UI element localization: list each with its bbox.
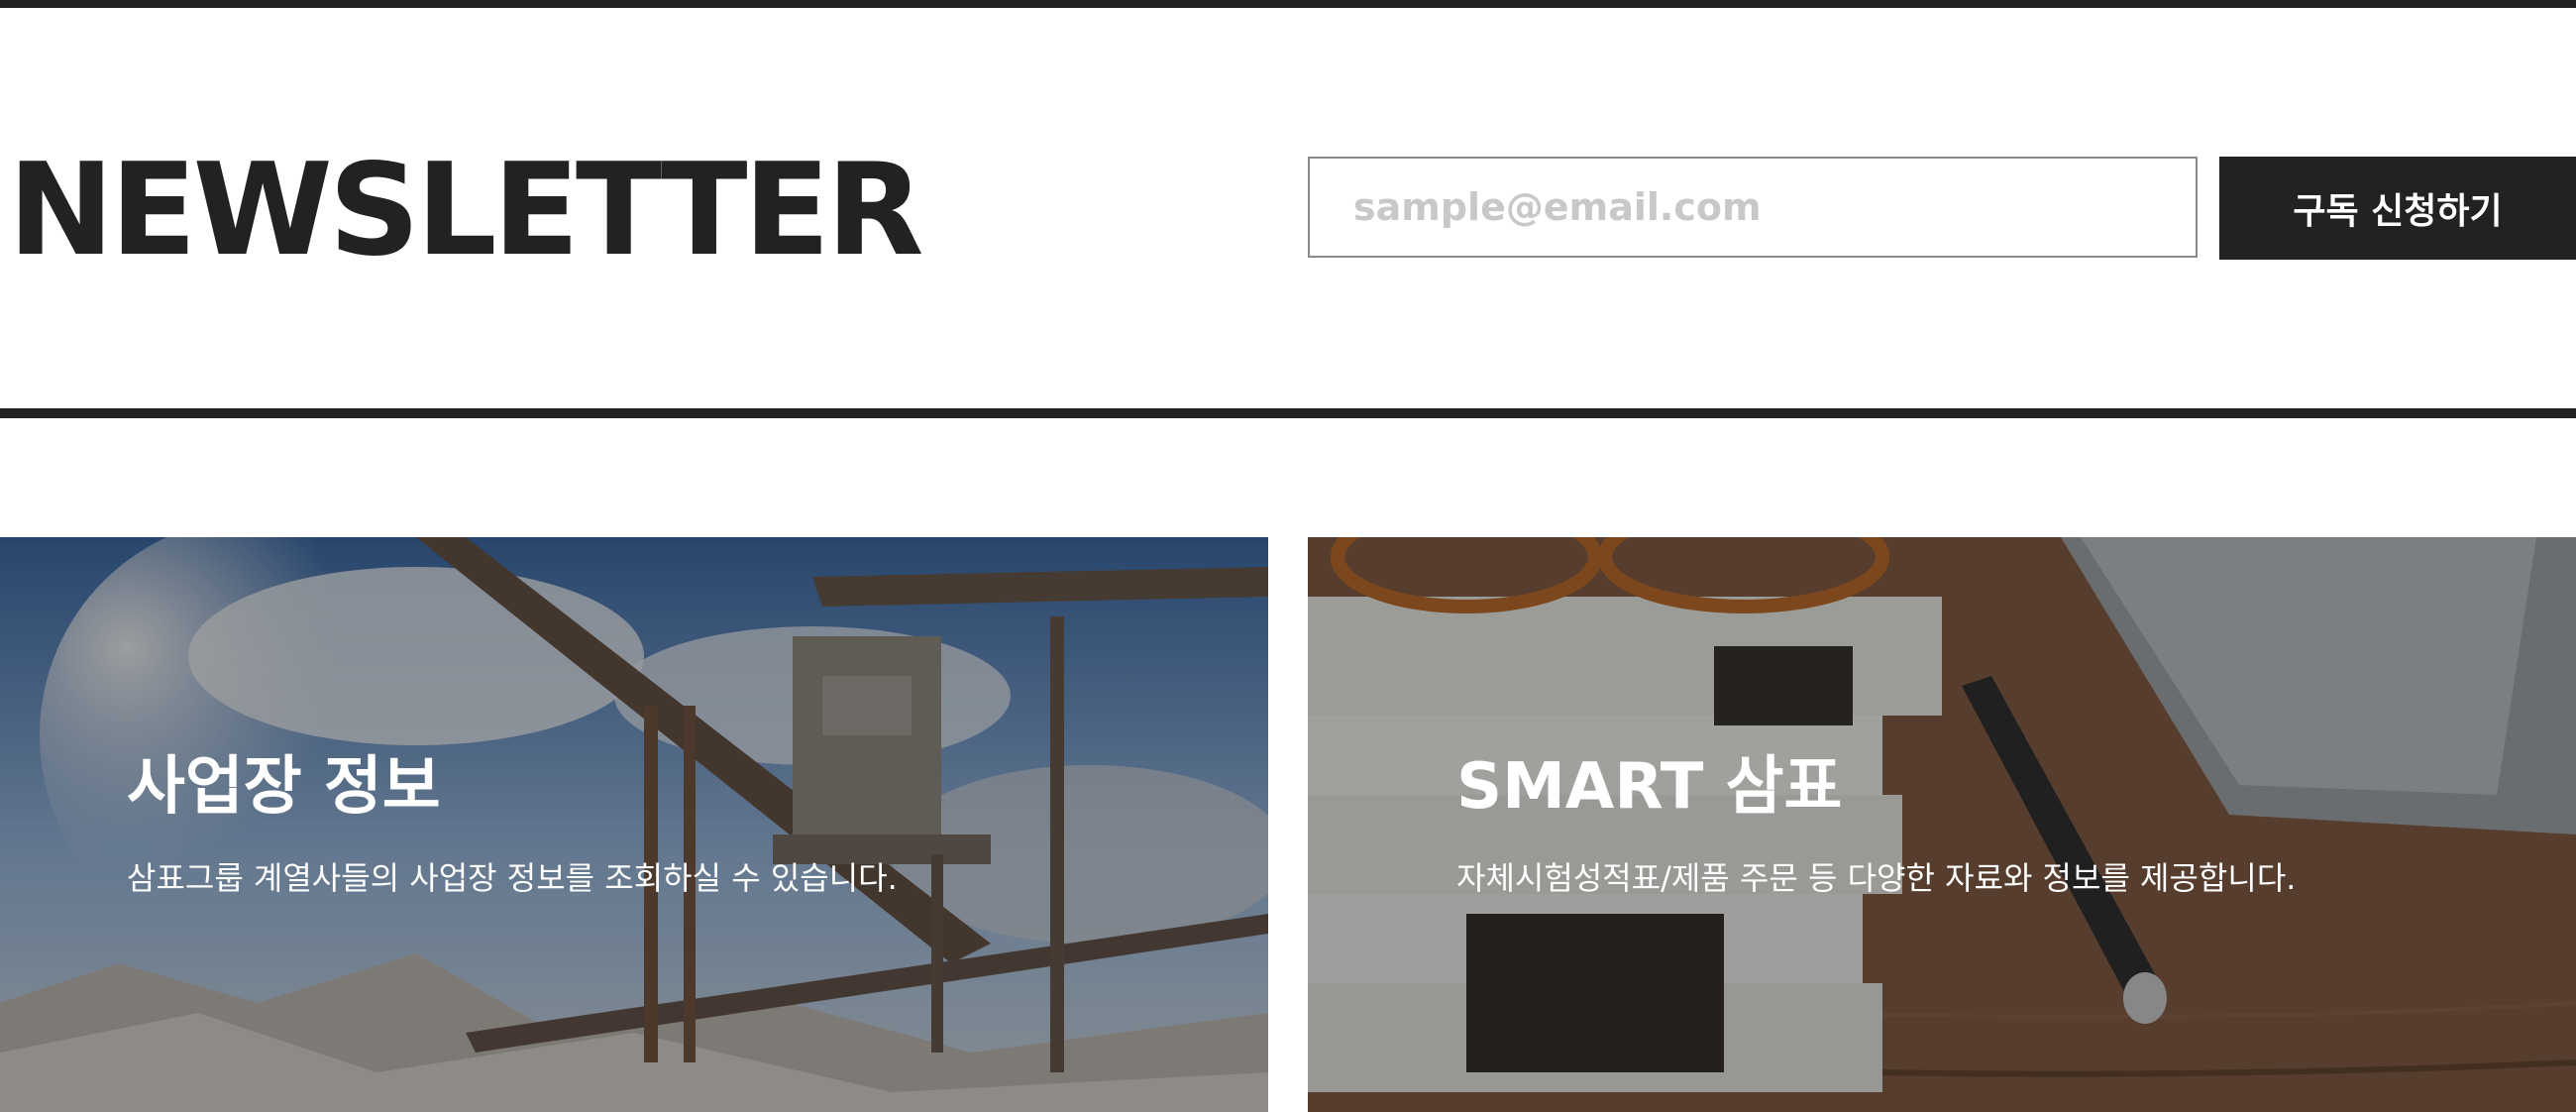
email-input[interactable]	[1308, 157, 2198, 258]
card-title: SMART 삼표	[1456, 750, 1843, 824]
card-title: 사업장 정보	[127, 750, 441, 824]
card-dark-overlay	[0, 537, 1268, 1112]
card-description: 자체시험성적표/제품 주문 등 다양한 자료와 정보를 제공합니다.	[1456, 859, 2297, 897]
newsletter-title: NEWSLETTER	[8, 137, 923, 284]
subscribe-button[interactable]: 구독 신청하기	[2219, 157, 2576, 260]
card-business-site-info[interactable]: 사업장 정보 삼표그룹 계열사들의 사업장 정보를 조회하실 수 있습니다.	[0, 537, 1268, 1112]
card-description: 삼표그룹 계열사들의 사업장 정보를 조회하실 수 있습니다.	[127, 859, 898, 897]
section-divider	[0, 408, 2576, 418]
top-border	[0, 0, 2576, 8]
card-dark-overlay	[1308, 537, 2576, 1112]
newsletter-section: NEWSLETTER 구독 신청하기	[0, 8, 2576, 408]
card-smart-sampyo[interactable]: SMART 삼표 자체시험성적표/제품 주문 등 다양한 자료와 정보를 제공합…	[1308, 537, 2576, 1112]
